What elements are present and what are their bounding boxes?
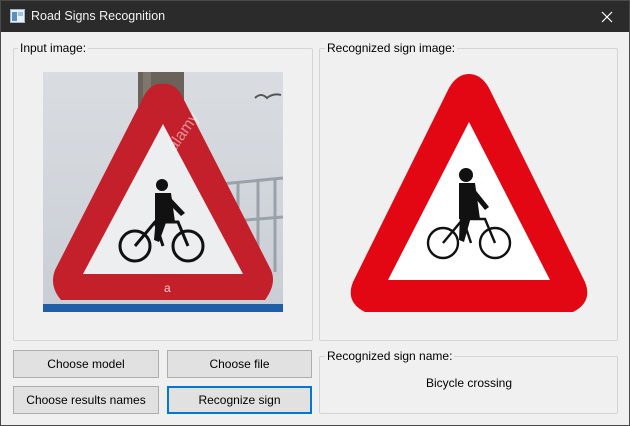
result-name-label: Recognized sign name: xyxy=(325,349,455,363)
recognized-sign-image xyxy=(350,74,588,312)
choose-results-names-button[interactable]: Choose results names xyxy=(13,386,159,414)
main-window: Road Signs Recognition Input image: alam… xyxy=(0,0,630,426)
recognized-sign-name: Bicycle crossing xyxy=(425,376,513,390)
title-bar[interactable]: Road Signs Recognition xyxy=(1,1,629,32)
svg-text:a: a xyxy=(164,281,171,295)
recognized-image-label: Recognized sign image: xyxy=(325,41,458,55)
window-app-icon xyxy=(10,9,25,23)
close-icon xyxy=(601,11,613,22)
choose-file-button[interactable]: Choose file xyxy=(167,350,312,378)
choose-model-button[interactable]: Choose model xyxy=(13,350,159,378)
recognize-sign-button[interactable]: Recognize sign xyxy=(167,386,312,414)
close-button[interactable] xyxy=(585,1,629,32)
input-image: alamy a xyxy=(43,72,283,312)
input-image-label: Input image: xyxy=(18,41,89,55)
window-title: Road Signs Recognition xyxy=(31,9,166,23)
